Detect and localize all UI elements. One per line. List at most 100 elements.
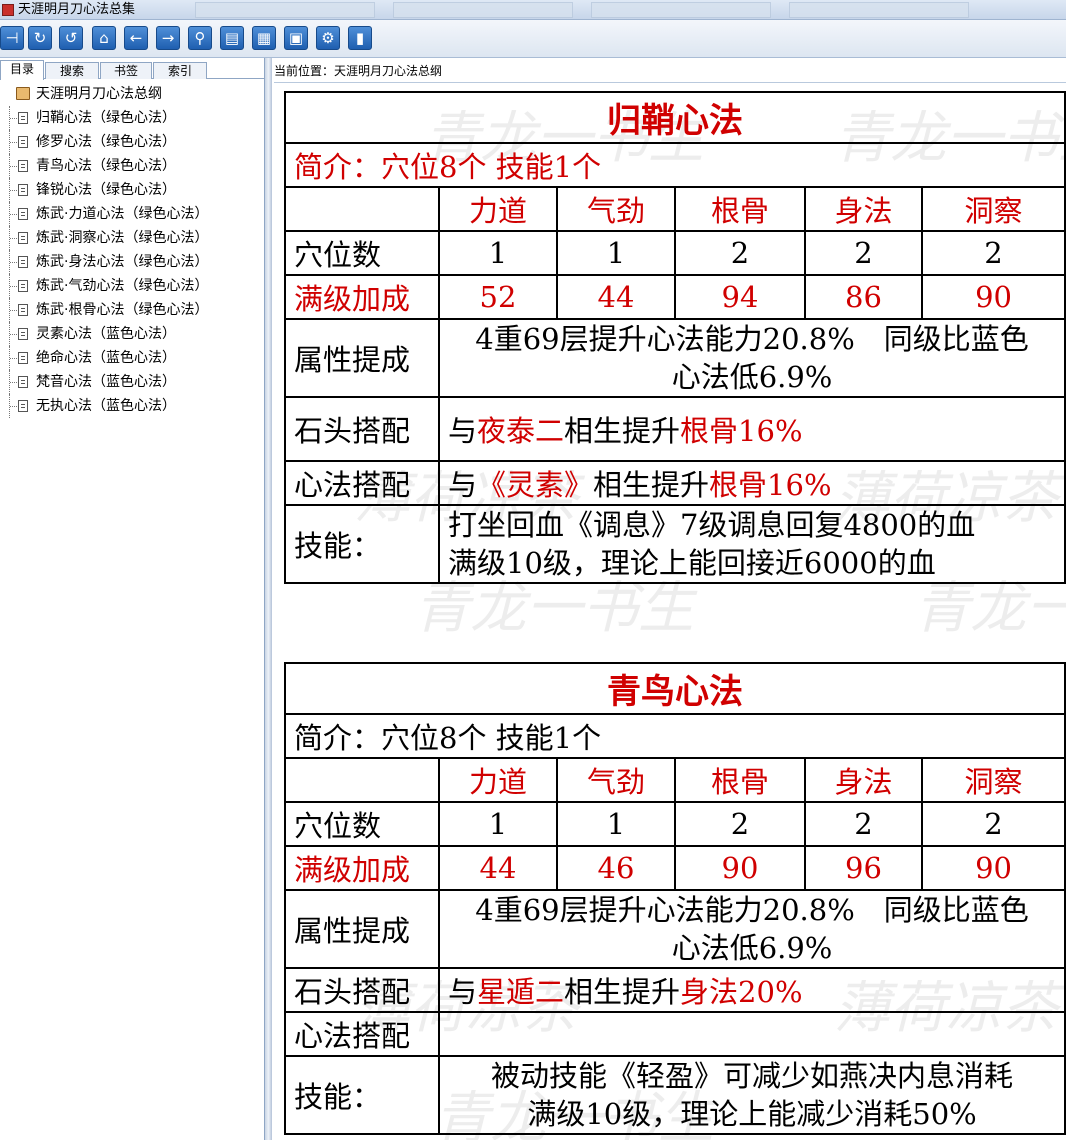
tree-item-label: 炼武·身法心法（绿色心法） bbox=[36, 254, 209, 270]
undo-icon[interactable]: ↺ bbox=[59, 26, 83, 50]
tree-item-label: 锋锐心法（绿色心法） bbox=[36, 182, 176, 198]
bonus-cell: 94 bbox=[674, 274, 806, 320]
heart-prefix: 与 bbox=[448, 468, 478, 502]
header-constitution: 根骨 bbox=[674, 186, 806, 232]
stone-name: 夜泰二 bbox=[477, 414, 565, 448]
skill-line: 满级10级，理论上能回接近6000的血 bbox=[448, 546, 936, 580]
empty-header-cell bbox=[284, 757, 440, 803]
tree-item[interactable]: 锋锐心法（绿色心法） bbox=[0, 178, 264, 202]
stone-mid: 相生提升 bbox=[564, 414, 681, 448]
heart-name: 《灵素》 bbox=[477, 468, 594, 502]
tree-item-label: 无执心法（蓝色心法） bbox=[36, 398, 176, 414]
skill-line: 满级10级，理论上能减少消耗50% bbox=[527, 1097, 977, 1131]
background-tab[interactable] bbox=[393, 2, 573, 18]
tree-branch-line bbox=[9, 274, 18, 298]
tree-item[interactable]: 绝命心法（蓝色心法） bbox=[0, 346, 264, 370]
page-icon bbox=[18, 376, 28, 388]
tree-branch-line bbox=[9, 130, 18, 154]
row-label-points: 穴位数 bbox=[284, 230, 440, 276]
tree-item[interactable]: 修罗心法（绿色心法） bbox=[0, 130, 264, 154]
tree-item[interactable]: 炼武·力道心法（绿色心法） bbox=[0, 202, 264, 226]
stone-prefix: 与 bbox=[448, 975, 478, 1009]
page-icon bbox=[18, 184, 28, 196]
panel-tabs: 目录 搜索 书签 索引 bbox=[0, 60, 268, 80]
table-title: 青鸟心法 bbox=[283, 662, 1066, 715]
background-tab[interactable] bbox=[789, 2, 969, 18]
points-cell: 1 bbox=[438, 801, 558, 847]
skill-table-guiqiao: 归鞘心法 简介：穴位8个 技能1个 力道 气劲 根骨 身法 洞察 穴位数 1 1… bbox=[283, 91, 1066, 584]
tree-item-label: 归鞘心法（绿色心法） bbox=[36, 110, 176, 126]
panel-splitter[interactable] bbox=[264, 58, 272, 1140]
background-tab[interactable] bbox=[195, 2, 375, 18]
tree-item[interactable]: 无执心法（蓝色心法） bbox=[0, 394, 264, 418]
heart-description: 与《灵素》相生提升根骨16% bbox=[437, 460, 1066, 506]
row-label-skill: 技能： bbox=[284, 1055, 440, 1135]
attr-description: 4重69层提升心法能力20.8% 同级比蓝色 心法低6.9% bbox=[437, 889, 1066, 969]
tree-item-label: 修罗心法（绿色心法） bbox=[36, 134, 176, 150]
heart-bonus: 根骨16% bbox=[709, 468, 832, 502]
tree-branch-line bbox=[9, 346, 18, 370]
stone-description: 与夜泰二相生提升根骨16% bbox=[437, 396, 1066, 462]
home-icon[interactable]: ⌂ bbox=[92, 26, 116, 50]
stone-mid: 相生提升 bbox=[564, 975, 681, 1009]
tab-index[interactable]: 索引 bbox=[153, 62, 207, 79]
back-arrow-icon[interactable]: ← bbox=[124, 26, 148, 50]
page-icon bbox=[18, 400, 28, 412]
document-view: 青龙一书生 青龙一书生 青龙一书生 青龙一书生 薄荷凉茶 薄荷凉茶 薄荷凉茶 薄… bbox=[274, 82, 1066, 1140]
tree-item-label: 炼武·气劲心法（绿色心法） bbox=[36, 278, 209, 294]
header-qi: 气劲 bbox=[556, 757, 676, 803]
header-insight: 洞察 bbox=[920, 186, 1066, 232]
tree-item[interactable]: 炼武·洞察心法（绿色心法） bbox=[0, 226, 264, 250]
tree-item[interactable]: 炼武·气劲心法（绿色心法） bbox=[0, 274, 264, 298]
tab-search[interactable]: 搜索 bbox=[45, 62, 99, 79]
row-label-bonus: 满级加成 bbox=[284, 274, 440, 320]
points-cell: 1 bbox=[556, 230, 676, 276]
row-label-points: 穴位数 bbox=[284, 801, 440, 847]
contents-tree: 天涯明月刀心法总纲 归鞘心法（绿色心法） 修罗心法（绿色心法） 青鸟心法（绿色心… bbox=[0, 82, 264, 418]
tree-item[interactable]: 灵素心法（蓝色心法） bbox=[0, 322, 264, 346]
refresh-icon[interactable]: ↻ bbox=[28, 26, 52, 50]
tree-item[interactable]: 梵音心法（蓝色心法） bbox=[0, 370, 264, 394]
header-insight: 洞察 bbox=[920, 757, 1066, 803]
notes-icon[interactable]: ▦ bbox=[252, 26, 276, 50]
tree-item-label: 炼武·根骨心法（绿色心法） bbox=[36, 302, 209, 318]
search-icon[interactable]: ⚲ bbox=[188, 26, 212, 50]
heart-mid: 相生提升 bbox=[593, 468, 710, 502]
background-tab[interactable] bbox=[591, 2, 771, 18]
tree-item-root[interactable]: 天涯明月刀心法总纲 bbox=[0, 82, 264, 106]
tree-branch-line bbox=[9, 298, 18, 322]
exit-icon[interactable]: ▮ bbox=[348, 26, 372, 50]
tree-item-label: 灵素心法（蓝色心法） bbox=[36, 326, 176, 342]
tree-item-label: 炼武·力道心法（绿色心法） bbox=[36, 206, 209, 222]
row-label-bonus: 满级加成 bbox=[284, 845, 440, 891]
points-cell: 2 bbox=[920, 230, 1066, 276]
stone-bonus: 身法20% bbox=[680, 975, 803, 1009]
bonus-cell: 46 bbox=[556, 845, 676, 891]
row-label-stone: 石头搭配 bbox=[284, 967, 440, 1013]
stone-description: 与星遁二相生提升身法20% bbox=[437, 967, 1066, 1013]
bonus-cell: 90 bbox=[920, 845, 1066, 891]
export-icon[interactable]: ▣ bbox=[284, 26, 308, 50]
heart-description-empty bbox=[437, 1011, 1066, 1057]
bonus-cell: 44 bbox=[438, 845, 558, 891]
forward-arrow-icon[interactable]: → bbox=[156, 26, 180, 50]
bonus-cell: 90 bbox=[920, 274, 1066, 320]
window-titlebar: 天涯明月刀心法总集 bbox=[0, 0, 1066, 20]
tree-item[interactable]: 炼武·身法心法（绿色心法） bbox=[0, 250, 264, 274]
points-cell: 2 bbox=[674, 801, 806, 847]
bonus-cell: 96 bbox=[804, 845, 923, 891]
tab-contents[interactable]: 目录 bbox=[0, 60, 44, 80]
tree-item[interactable]: 归鞘心法（绿色心法） bbox=[0, 106, 264, 130]
tree-item[interactable]: 青鸟心法（绿色心法） bbox=[0, 154, 264, 178]
tree-branch-line bbox=[9, 226, 18, 250]
tree-item-label: 青鸟心法（绿色心法） bbox=[36, 158, 176, 174]
row-label-heart: 心法搭配 bbox=[284, 1011, 440, 1057]
points-cell: 2 bbox=[920, 801, 1066, 847]
print-icon[interactable]: ▤ bbox=[220, 26, 244, 50]
page-icon bbox=[18, 136, 28, 148]
breadcrumb: 当前位置：天涯明月刀心法总纲 bbox=[274, 64, 443, 78]
tree-item[interactable]: 炼武·根骨心法（绿色心法） bbox=[0, 298, 264, 322]
tab-bookmarks[interactable]: 书签 bbox=[100, 62, 152, 79]
settings-icon[interactable]: ⚙ bbox=[316, 26, 340, 50]
show-tree-icon[interactable]: ⊣ bbox=[0, 26, 24, 50]
